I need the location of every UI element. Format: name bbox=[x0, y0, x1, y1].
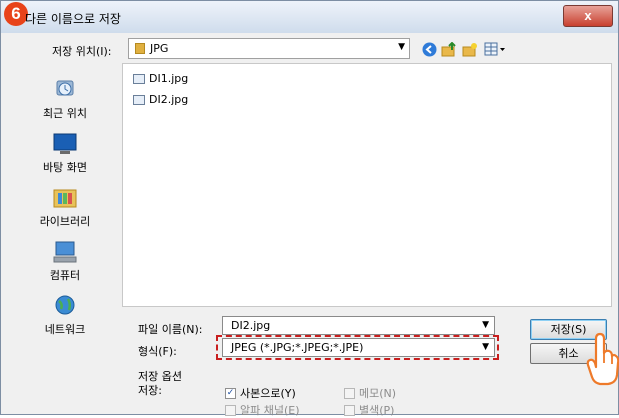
filetype-label: 형식(F): bbox=[138, 345, 177, 358]
new-folder-icon[interactable] bbox=[462, 41, 478, 57]
checkbox-checked-icon: ✓ bbox=[225, 387, 236, 399]
window-title: 다른 이름으로 저장 bbox=[25, 12, 121, 26]
network-icon bbox=[50, 295, 80, 317]
place-label: 컴퓨터 bbox=[49, 269, 81, 282]
up-folder-icon[interactable] bbox=[441, 41, 457, 57]
chevron-down-icon: ▼ bbox=[398, 42, 405, 52]
computer-icon bbox=[50, 241, 80, 263]
folder-icon bbox=[135, 43, 145, 54]
place-desktop[interactable]: 바탕 화면 bbox=[13, 133, 117, 175]
file-list[interactable]: DI1.jpg DI2.jpg bbox=[122, 63, 612, 307]
checkbox-label: 별색(P) bbox=[359, 404, 395, 417]
close-button[interactable]: x bbox=[563, 5, 613, 27]
libraries-icon bbox=[50, 187, 80, 209]
image-file-icon bbox=[133, 94, 145, 105]
checkbox-label: 사본으로(Y) bbox=[240, 387, 296, 400]
recent-places-icon bbox=[50, 79, 80, 101]
checkbox-label: 알파 채널(E) bbox=[240, 404, 300, 417]
save-options-label: 저장: bbox=[138, 384, 162, 397]
desktop-icon bbox=[50, 133, 80, 155]
place-libraries[interactable]: 라이브러리 bbox=[13, 187, 117, 229]
list-item[interactable]: DI1.jpg bbox=[133, 72, 188, 85]
view-menu-icon[interactable] bbox=[483, 41, 507, 57]
filename-value: DI2.jpg bbox=[231, 319, 271, 332]
spot-colors-checkbox: 별색(P) bbox=[344, 402, 394, 418]
file-name: DI1.jpg bbox=[149, 72, 189, 85]
places-bar: 최근 위치 바탕 화면 라이브러리 컴퓨터 네트워크 bbox=[13, 63, 117, 381]
notes-checkbox: 메모(N) bbox=[344, 385, 396, 401]
place-label: 최근 위치 bbox=[43, 107, 87, 120]
place-label: 라이브러리 bbox=[39, 215, 91, 228]
title-bar[interactable]: 6 다른 이름으로 저장 x bbox=[1, 1, 618, 33]
checkbox-icon bbox=[344, 387, 355, 399]
place-computer[interactable]: 컴퓨터 bbox=[13, 241, 117, 283]
place-recent[interactable]: 최근 위치 bbox=[13, 79, 117, 121]
chevron-down-icon: ▼ bbox=[482, 320, 489, 330]
place-label: 네트워크 bbox=[44, 323, 86, 336]
pointer-hand-icon bbox=[586, 331, 619, 387]
checkbox-icon bbox=[225, 404, 236, 416]
place-network[interactable]: 네트워크 bbox=[13, 295, 117, 337]
save-location-label: 저장 위치(I): bbox=[52, 45, 112, 58]
highlight-frame bbox=[216, 335, 499, 360]
list-item[interactable]: DI2.jpg bbox=[133, 93, 188, 106]
save-location-value: JPG bbox=[150, 42, 169, 55]
back-icon[interactable] bbox=[421, 41, 437, 57]
alpha-channel-checkbox: 알파 채널(E) bbox=[225, 402, 300, 418]
checkbox-icon bbox=[344, 404, 355, 416]
file-name: DI2.jpg bbox=[149, 93, 189, 106]
filename-input[interactable]: DI2.jpg ▼ bbox=[222, 316, 495, 335]
image-file-icon bbox=[133, 73, 145, 84]
checkbox-label: 메모(N) bbox=[359, 387, 397, 400]
as-copy-checkbox[interactable]: ✓ 사본으로(Y) bbox=[225, 385, 296, 401]
save-location-dropdown[interactable]: JPG ▼ bbox=[128, 38, 410, 59]
filename-label: 파일 이름(N): bbox=[138, 323, 203, 336]
save-as-dialog: 6 다른 이름으로 저장 x 저장 위치(I): JPG ▼ 최근 위치 바탕 … bbox=[0, 0, 619, 418]
place-label: 바탕 화면 bbox=[43, 161, 87, 174]
